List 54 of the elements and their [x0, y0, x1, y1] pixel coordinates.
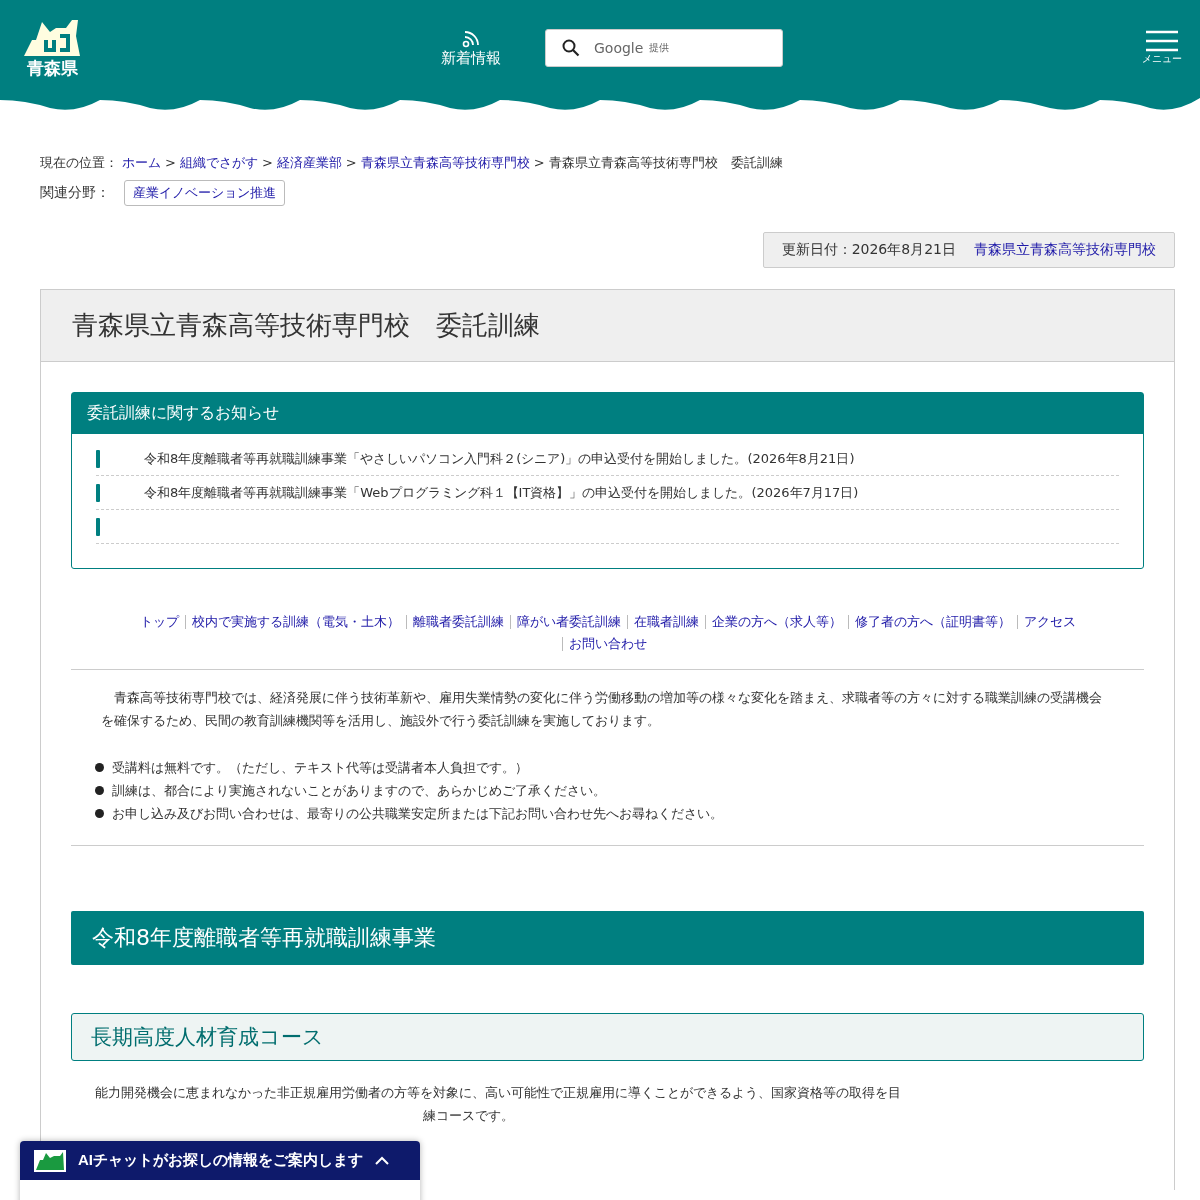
- nav-link[interactable]: 校内で実施する訓練（電気・土木）: [184, 615, 406, 629]
- related-label: 関連分野：: [40, 184, 110, 202]
- search-icon[interactable]: [562, 39, 580, 57]
- chat-toggle-button[interactable]: AIチャットがお探しの情報をご案内します: [20, 1141, 420, 1180]
- bullet-text: お申し込み及びお問い合わせは、最寄りの公共職業安定所または下記お問い合わせ先へお尋ねください。: [112, 805, 723, 823]
- nav-link[interactable]: 企業の方へ（求人等）: [704, 615, 848, 629]
- nav-link[interactable]: 離職者委託訓練: [405, 615, 510, 629]
- logo-text[interactable]: 青森県: [26, 58, 78, 78]
- bullet-icon: [95, 809, 104, 818]
- nav-link[interactable]: トップ: [133, 615, 185, 629]
- rss-icon[interactable]: [461, 28, 481, 49]
- course-text: 練コースです。: [422, 1107, 515, 1125]
- nav-link[interactable]: 在職者訓練: [626, 615, 705, 629]
- notice-marker: [96, 483, 100, 502]
- breadcrumb-label: 現在の位置：: [40, 154, 118, 172]
- breadcrumb-separator: >: [165, 154, 176, 172]
- breadcrumb-separator: >: [345, 154, 357, 172]
- breadcrumb-current: 青森県立青森高等技術専門校 委託訓練: [548, 154, 783, 172]
- page-title: 青森県立青森高等技術専門校 委託訓練: [72, 309, 541, 342]
- notice-marker: [96, 449, 100, 468]
- notice-marker: [96, 517, 100, 536]
- nav-link[interactable]: 修了者の方へ（証明書等）: [847, 615, 1017, 629]
- nav-link[interactable]: アクセス: [1016, 615, 1082, 629]
- department-link[interactable]: 青森県立青森高等技術専門校: [974, 241, 1156, 259]
- breadcrumb-link[interactable]: ホーム: [122, 152, 161, 174]
- notice-link[interactable]: 令和8年度離職者等再就職訓練事業「Webプログラミング科１【IT資格】」の申込受付を開始しました。(2026年7月17日): [144, 483, 859, 502]
- search-provider-text: 提供: [649, 41, 670, 55]
- breadcrumb-separator: >: [533, 154, 545, 172]
- section-heading: 令和8年度離職者等再就職訓練事業: [71, 911, 1144, 965]
- search-provider-text: Google: [594, 40, 644, 56]
- logo-icon[interactable]: [22, 18, 82, 58]
- intro-paragraph: 青森高等技術専門校では、経済発展に伴う技術革新や、雇用失業情勢の変化に伴う労働移動の増加等の様々な変化を踏まえ、求職者等の方々に対する職業訓練の受講機会を確保するため、民間の教育訓練機関等を活用し、施設外で行う委託訓練を実施しております。: [101, 689, 1103, 730]
- search-field[interactable]: Google 提供: [545, 29, 783, 67]
- bullet-text: 訓練は、都合により実施されないことがありますので、あらかじめご了承ください。: [112, 782, 606, 800]
- subsection-heading: 長期高度人材育成コース: [71, 1013, 1144, 1061]
- news-link[interactable]: 新着情報: [441, 48, 501, 68]
- menu-button[interactable]: メニュー: [1142, 30, 1182, 66]
- notice-link[interactable]: 令和8年度離職者等再就職訓練事業「やさしいパソコン入門科２(シニア)」の申込受付を開始しました。(2026年8月21日): [144, 449, 855, 468]
- breadcrumb-link[interactable]: 組織でさがす: [179, 152, 258, 174]
- breadcrumb-link[interactable]: 青森県立青森高等技術専門校: [360, 152, 530, 174]
- notice-heading: 委託訓練に関するお知らせ: [72, 393, 1143, 434]
- caret-icon: [375, 1156, 389, 1165]
- bullet-icon: [95, 763, 104, 772]
- logo-icon: [34, 1149, 66, 1172]
- course-text: 能力開発機会に恵まれなかった非正規雇用労働者の方等を対象に、高い可能性で正規雇用に導くことができるよう、国家資格等の取得を目: [95, 1084, 902, 1102]
- update-date: 更新日付：2026年8月21日: [781, 241, 956, 259]
- nav-link[interactable]: 障がい者委託訓練: [509, 615, 627, 629]
- breadcrumb-link[interactable]: 経済産業部: [276, 152, 342, 174]
- breadcrumb-separator: >: [261, 154, 273, 172]
- nav-link[interactable]: お問い合わせ: [562, 637, 653, 651]
- bullet-text: 受講料は無料です。（ただし、テキスト代等は受講者本人負担です。）: [112, 759, 528, 777]
- bullet-icon: [95, 786, 104, 795]
- category-tag[interactable]: 産業イノベーション推進: [124, 180, 285, 206]
- menu-icon[interactable]: [1146, 30, 1178, 52]
